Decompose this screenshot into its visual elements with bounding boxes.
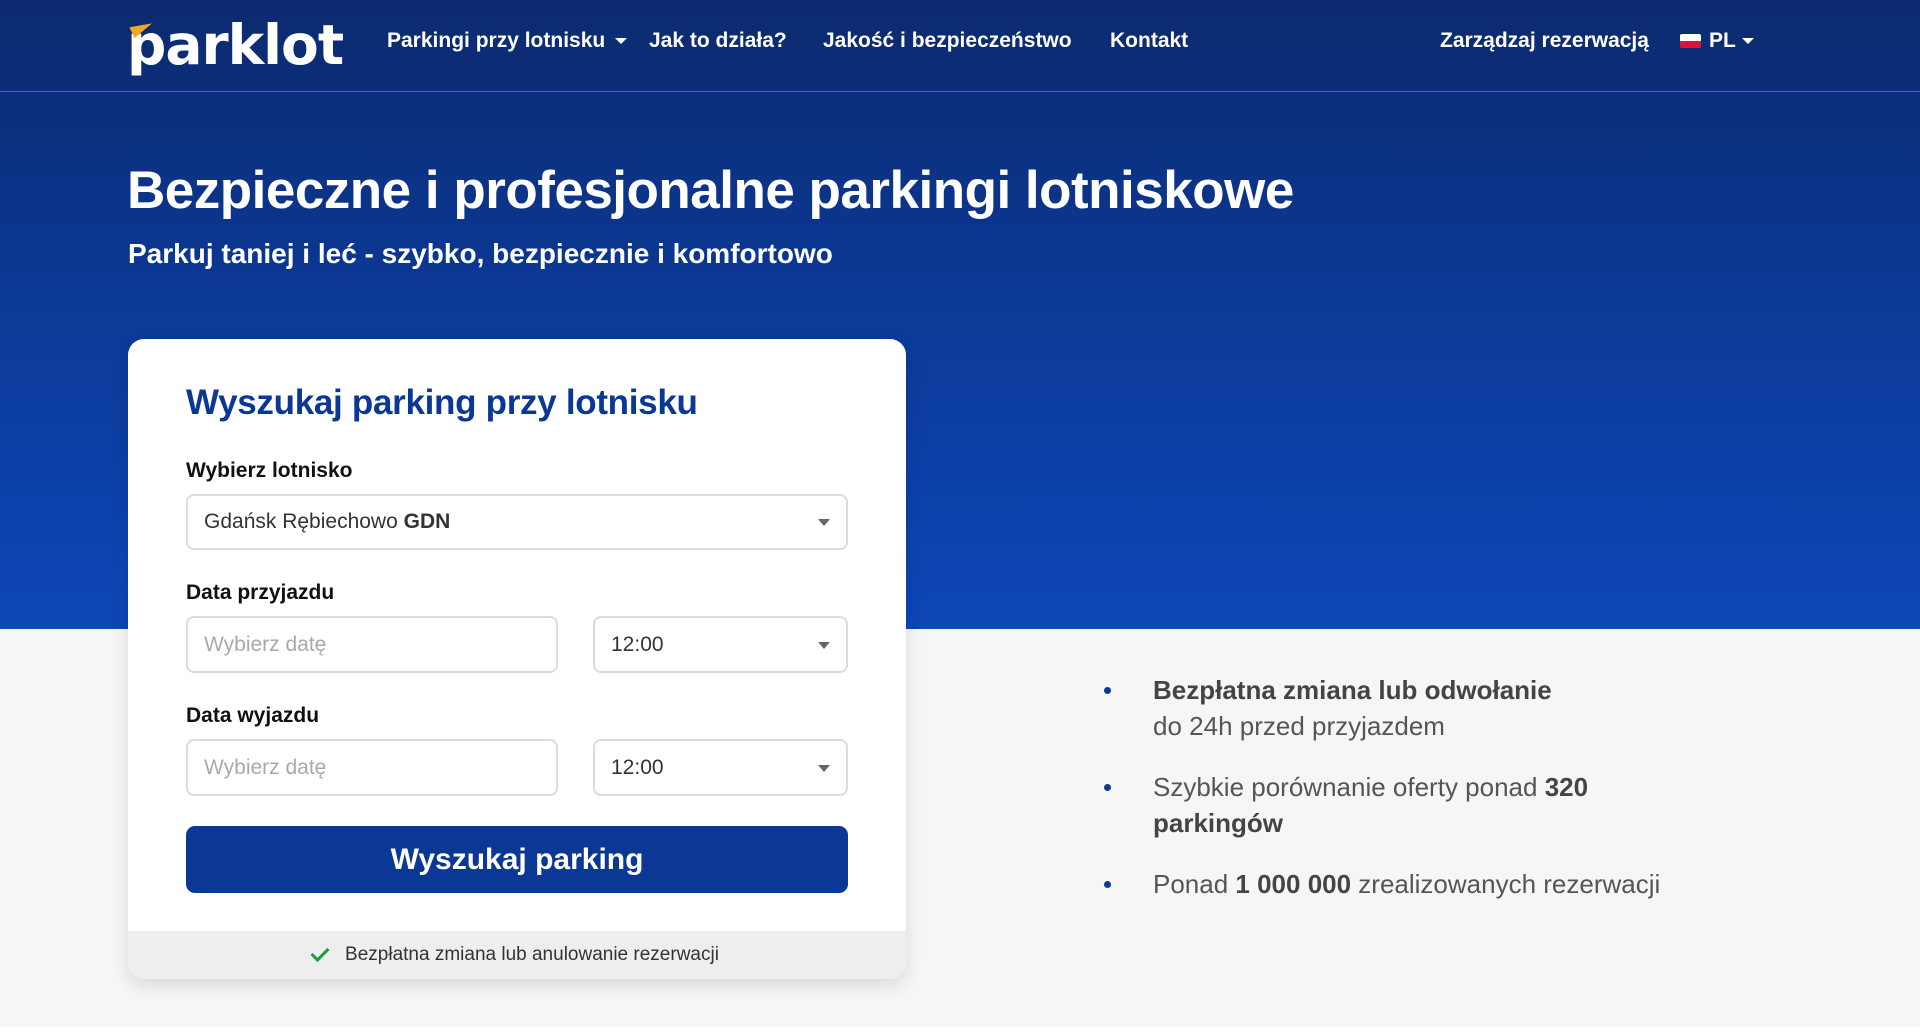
- arrival-label: Data przyjazdu: [186, 581, 335, 604]
- benefits-list: Bezpłatna zmiana lub odwołanie do 24h pr…: [1104, 672, 1704, 927]
- bottom-divider: [0, 1027, 1920, 1033]
- manage-reservation-link[interactable]: Zarządzaj rezerwacją: [1440, 26, 1649, 56]
- benefit-text: zrealizowanych rezerwacji: [1351, 869, 1661, 899]
- nav-airport-parkings-label: Parkingi przy lotnisku: [387, 29, 606, 52]
- benefit-text: Ponad: [1153, 869, 1236, 899]
- chevron-down-icon: [818, 764, 830, 772]
- search-card: Wyszukaj parking przy lotnisku Wybierz l…: [128, 339, 906, 979]
- nav-how-it-works[interactable]: Jak to działa?: [649, 26, 787, 56]
- bullet-icon: [1104, 784, 1111, 791]
- top-navbar: parklot Parkingi przy lotnisku Jak to dz…: [0, 0, 1920, 92]
- arrival-time-value: 12:00: [611, 632, 664, 656]
- page-subtitle: Parkuj taniej i leć - szybko, bezpieczni…: [128, 238, 833, 269]
- list-item: Szybkie porównanie oferty ponad 320 park…: [1104, 769, 1704, 841]
- list-item: Bezpłatna zmiana lub odwołanie do 24h pr…: [1104, 672, 1704, 744]
- departure-time-value: 12:00: [611, 755, 664, 779]
- chevron-down-icon: [818, 519, 830, 526]
- logo-text: parklot: [127, 13, 344, 77]
- departure-date-input[interactable]: [204, 755, 556, 780]
- nav-quality-safety[interactable]: Jakość i bezpieczeństwo: [823, 26, 1072, 56]
- arrival-date-field[interactable]: [186, 616, 558, 673]
- benefit-bold: 1 000 000: [1235, 869, 1352, 899]
- search-parking-button[interactable]: Wyszukaj parking: [186, 826, 848, 893]
- airport-name: Gdańsk Rębiechowo: [204, 510, 398, 533]
- benefit-bold: Bezpłatna zmiana lub odwołanie: [1153, 675, 1552, 705]
- benefit-text: Szybkie porównanie oferty ponad: [1153, 772, 1545, 802]
- airport-label: Wybierz lotnisko: [186, 459, 353, 482]
- departure-label: Data wyjazdu: [186, 704, 320, 727]
- card-footer: Bezpłatna zmiana lub anulowanie rezerwac…: [128, 931, 906, 979]
- arrival-date-input[interactable]: [204, 632, 556, 657]
- bullet-icon: [1104, 881, 1111, 888]
- airport-select[interactable]: Gdańsk Rębiechowo GDN: [186, 494, 848, 550]
- nav-contact[interactable]: Kontakt: [1110, 26, 1188, 56]
- chevron-down-icon: [818, 641, 830, 649]
- language-code: PL: [1709, 29, 1736, 52]
- nav-airport-parkings[interactable]: Parkingi przy lotnisku: [387, 26, 628, 56]
- check-icon: [310, 942, 330, 962]
- poland-flag-icon: [1680, 34, 1701, 49]
- bullet-icon: [1104, 687, 1111, 694]
- parklot-logo[interactable]: parklot: [127, 18, 363, 73]
- departure-date-field[interactable]: [186, 739, 558, 796]
- chevron-down-icon: [615, 38, 628, 45]
- free-change-note: Bezpłatna zmiana lub anulowanie rezerwac…: [345, 944, 719, 965]
- arrival-time-select[interactable]: 12:00: [593, 616, 848, 673]
- chevron-down-icon: [1741, 38, 1754, 45]
- page-title: Bezpieczne i profesjonalne parkingi lotn…: [127, 161, 1294, 220]
- search-card-title: Wyszukaj parking przy lotnisku: [186, 383, 698, 422]
- list-item: Ponad 1 000 000 zrealizowanych rezerwacj…: [1104, 866, 1704, 902]
- airport-code: GDN: [403, 510, 451, 533]
- benefit-text: do 24h przed przyjazdem: [1153, 711, 1445, 741]
- language-selector[interactable]: PL: [1680, 26, 1754, 56]
- departure-time-select[interactable]: 12:00: [593, 739, 848, 796]
